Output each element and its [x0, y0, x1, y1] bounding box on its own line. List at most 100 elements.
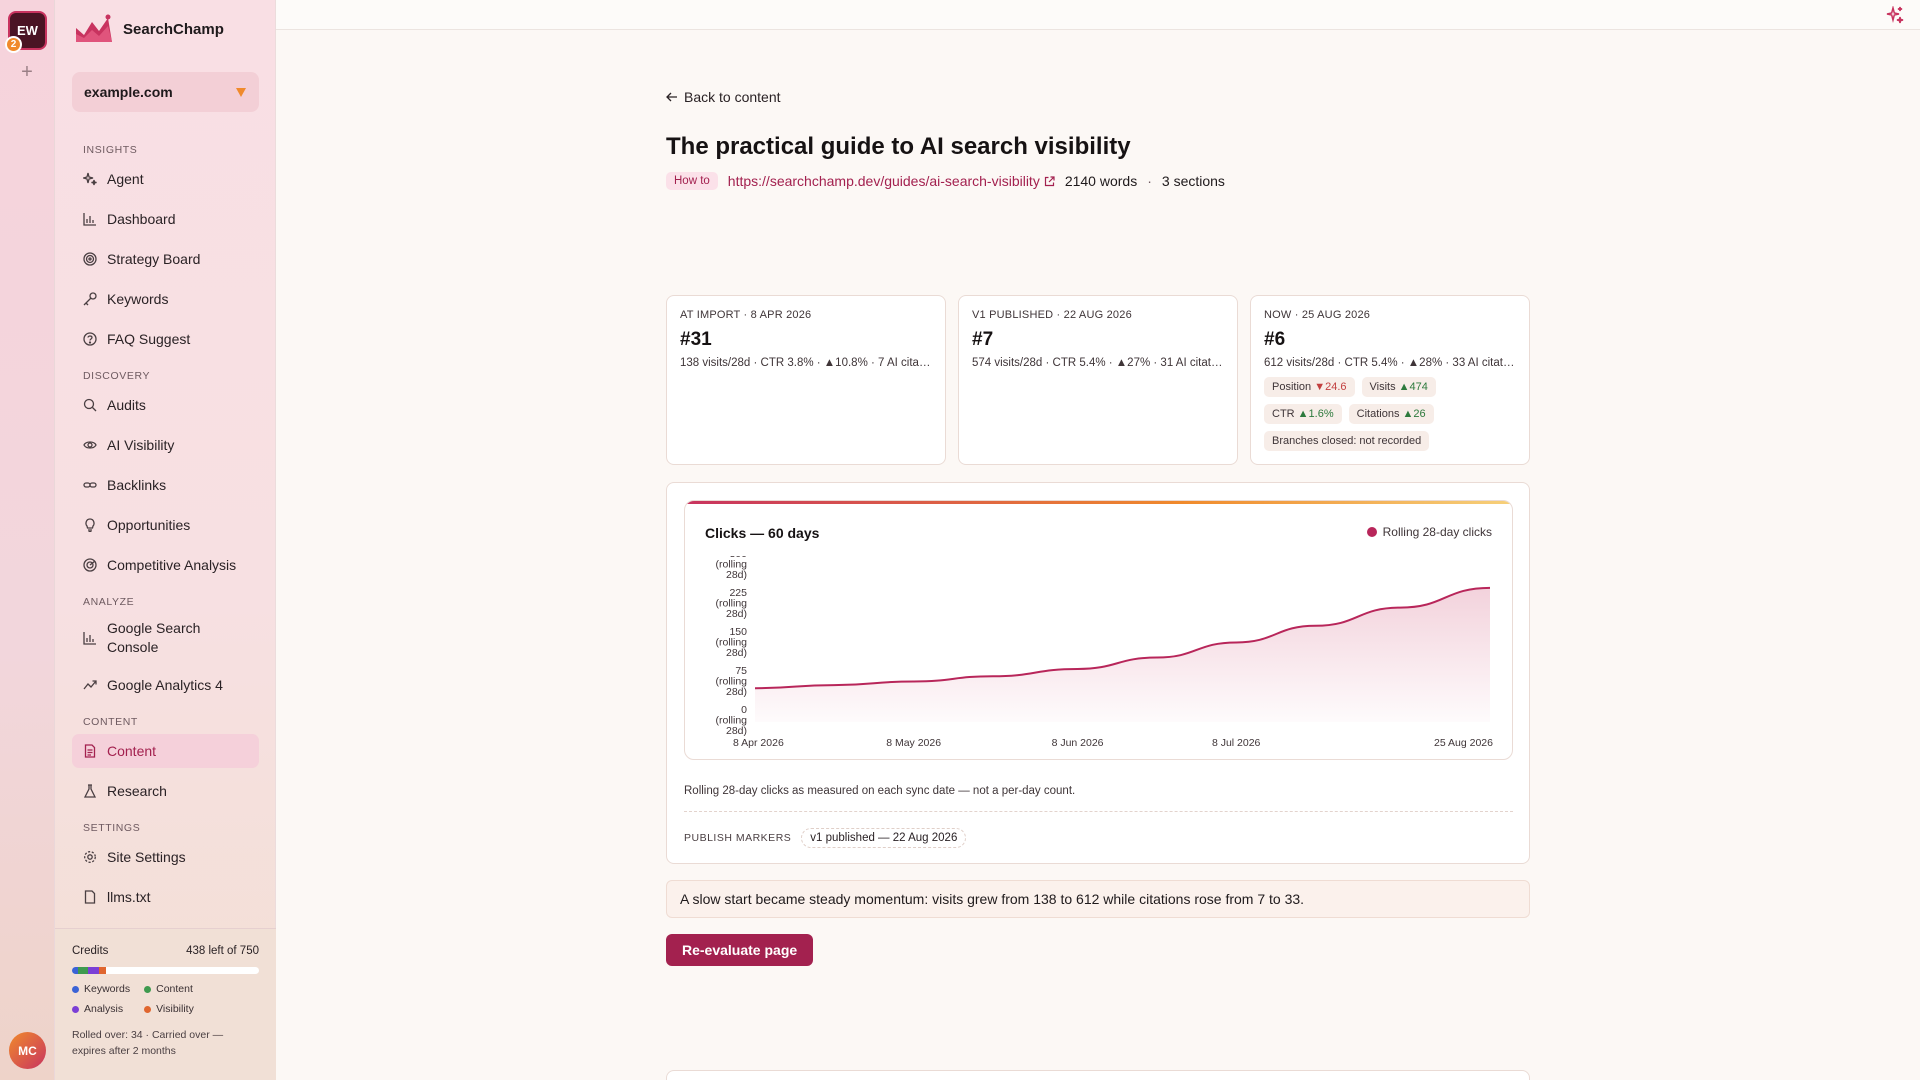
chart-title: Clicks — 60 days: [705, 525, 820, 541]
card-label: NOW · 25 AUG 2026: [1264, 309, 1371, 321]
citations-delta-pill: Citations ▲26: [1348, 404, 1434, 424]
credits-segment-analysis: [88, 967, 100, 974]
chevron-down-icon: [236, 88, 246, 97]
external-link-icon: [1044, 175, 1055, 186]
word-count: 2140 words: [1064, 173, 1138, 189]
sidebar-item-ai-visibility[interactable]: AI Visibility: [72, 428, 259, 462]
card-label: V1 PUBLISHED · 22 AUG 2026: [972, 309, 1132, 321]
card-rank: #31: [680, 329, 712, 350]
link-icon: [83, 482, 97, 488]
sidebar-item-label: Research: [107, 782, 167, 799]
bar-chart-icon: [83, 213, 96, 226]
delta-pills: Position ▼24.6 Visits ▲474 CTR ▲1.6% Cit…: [1264, 377, 1494, 451]
clicks-chart-card: Clicks — 60 days Rolling 28-day clicks 0…: [666, 482, 1530, 864]
gear-icon: [84, 851, 96, 863]
sidebar-item-content[interactable]: Content: [72, 734, 259, 768]
sidebar-item-label: Agent: [107, 170, 144, 187]
sidebar-item-label: AI Visibility: [107, 436, 175, 453]
legend-dot: [1366, 527, 1377, 537]
sidebar-item-label: Opportunities: [107, 516, 191, 533]
credits-note: Rolled over: 34 · Carried over — expires…: [72, 1029, 224, 1057]
divider: [684, 811, 1513, 812]
performance-summary: A slow start became steady momentum: vis…: [666, 880, 1530, 918]
sparkle-icon[interactable]: [1886, 6, 1904, 24]
sidebar-item-google-search-console[interactable]: Google Search Console: [72, 614, 259, 662]
sidebar-item-keywords[interactable]: Keywords: [72, 282, 259, 316]
re-evaluate-page-button[interactable]: Re-evaluate page: [666, 934, 814, 966]
content-type-tag: How to: [666, 172, 718, 190]
snapshot-cards: AT IMPORT · 8 APR 2026 #31 138 visits/28…: [666, 295, 1530, 465]
file-icon: [84, 890, 96, 904]
card-rank: #7: [972, 329, 994, 350]
nav-section-analyze: ANALYZE: [83, 596, 135, 608]
clicks-chart: Clicks — 60 days Rolling 28-day clicks 0…: [684, 500, 1513, 760]
legend-analysis: Analysis: [72, 1003, 130, 1015]
card-label: AT IMPORT · 8 APR 2026: [680, 309, 812, 321]
sidebar-item-label: Google Search Console: [107, 620, 201, 655]
nav-section-content: CONTENT: [83, 716, 138, 728]
site-selector-value: example.com: [84, 84, 173, 100]
sidebar-item-competitive-analysis[interactable]: Competitive Analysis: [72, 548, 259, 582]
card-rank: #6: [1264, 329, 1286, 350]
publish-markers: PUBLISH MARKERS v1 published — 22 Aug 20…: [684, 828, 967, 848]
sidebar-item-label: Keywords: [107, 290, 169, 307]
y-tick-label: 300(rolling28d): [715, 556, 747, 581]
top-bar: [276, 0, 1920, 30]
chart-legend: Rolling 28-day clicks: [1366, 525, 1492, 539]
sidebar-item-agent[interactable]: Agent: [72, 162, 259, 196]
back-to-content-link[interactable]: Back to content: [666, 89, 781, 105]
chart-note: Rolling 28-day clicks as measured on eac…: [684, 785, 1076, 797]
sidebar-item-faq-suggest[interactable]: FAQ Suggest: [72, 322, 259, 356]
user-avatar[interactable]: MC: [9, 1032, 46, 1069]
x-tick-label: 8 Jun 2026: [1052, 737, 1104, 749]
search-icon: [83, 398, 97, 412]
flask-icon: [83, 784, 97, 798]
site-selector[interactable]: example.com: [72, 72, 259, 112]
arrow-left-icon: [666, 92, 677, 102]
brand[interactable]: SearchChamp: [75, 14, 224, 44]
credits-panel: Credits 438 left of 750 Keywords Content…: [55, 928, 276, 1080]
y-tick-label: 150 (rolling 28d): [715, 626, 747, 659]
sidebar-item-research[interactable]: Research: [72, 774, 259, 808]
add-workspace-button[interactable]: +: [17, 62, 37, 82]
workspace-rail: EW 2 + MC: [0, 0, 55, 1080]
sidebar-item-opportunities[interactable]: Opportunities: [72, 508, 259, 542]
x-tick-label: 25 Aug 2026: [1434, 737, 1493, 749]
nav-section-settings: SETTINGS: [83, 822, 141, 834]
sidebar-item-strategy-board[interactable]: Strategy Board: [72, 242, 259, 276]
publish-marker-chip[interactable]: v1 published — 22 Aug 2026: [801, 828, 967, 848]
markers-label: PUBLISH MARKERS: [684, 832, 792, 844]
trend-icon: [83, 680, 97, 690]
card-stats: 138 visits/28d · CTR 3.8% · ▲10.8% · 7 A…: [680, 357, 932, 369]
credits-legend: Keywords Content Analysis Visibility: [72, 983, 259, 1015]
x-tick-label: 8 Apr 2026: [733, 737, 784, 749]
sidebar: SearchChamp example.com INSIGHTS Agent D…: [55, 0, 276, 1080]
page-meta: How to https://searchchamp.dev/guides/ai…: [666, 172, 1225, 190]
key-icon: [83, 292, 97, 306]
document-icon: [84, 744, 96, 758]
next-section-card: [666, 1070, 1530, 1080]
back-label: Back to content: [684, 89, 781, 105]
eye-icon: [83, 441, 97, 449]
bar-chart-icon: [83, 632, 96, 645]
sidebar-item-llms-txt[interactable]: llms.txt: [72, 880, 259, 914]
sidebar-item-audits[interactable]: Audits: [72, 388, 259, 422]
card-stats: 574 visits/28d · CTR 5.4% · ▲27% · 31 AI…: [972, 357, 1224, 369]
meta-separator: ·: [1147, 173, 1152, 189]
sidebar-item-backlinks[interactable]: Backlinks: [72, 468, 259, 502]
sidebar-item-label: Content: [107, 742, 157, 759]
ctr-delta-pill: CTR ▲1.6%: [1264, 404, 1342, 424]
credits-usage-bar: [72, 967, 259, 974]
page-url-link[interactable]: https://searchchamp.dev/guides/ai-search…: [728, 173, 1055, 189]
legend-content: Content: [144, 983, 194, 995]
sidebar-item-label: Audits: [107, 396, 146, 413]
sidebar-item-label: llms.txt: [107, 888, 151, 905]
page-title: The practical guide to AI search visibil…: [666, 133, 1131, 160]
legend-visibility: Visibility: [144, 1003, 194, 1015]
sidebar-item-site-settings[interactable]: Site Settings: [72, 840, 259, 874]
sidebar-item-google-analytics-4[interactable]: Google Analytics 4: [72, 668, 259, 702]
visits-delta-pill: Visits ▲474: [1361, 377, 1436, 397]
sidebar-item-dashboard[interactable]: Dashboard: [72, 202, 259, 236]
snapshot-card-import: AT IMPORT · 8 APR 2026 #31 138 visits/28…: [666, 295, 946, 465]
sidebar-item-label: Google Analytics 4: [107, 676, 223, 693]
